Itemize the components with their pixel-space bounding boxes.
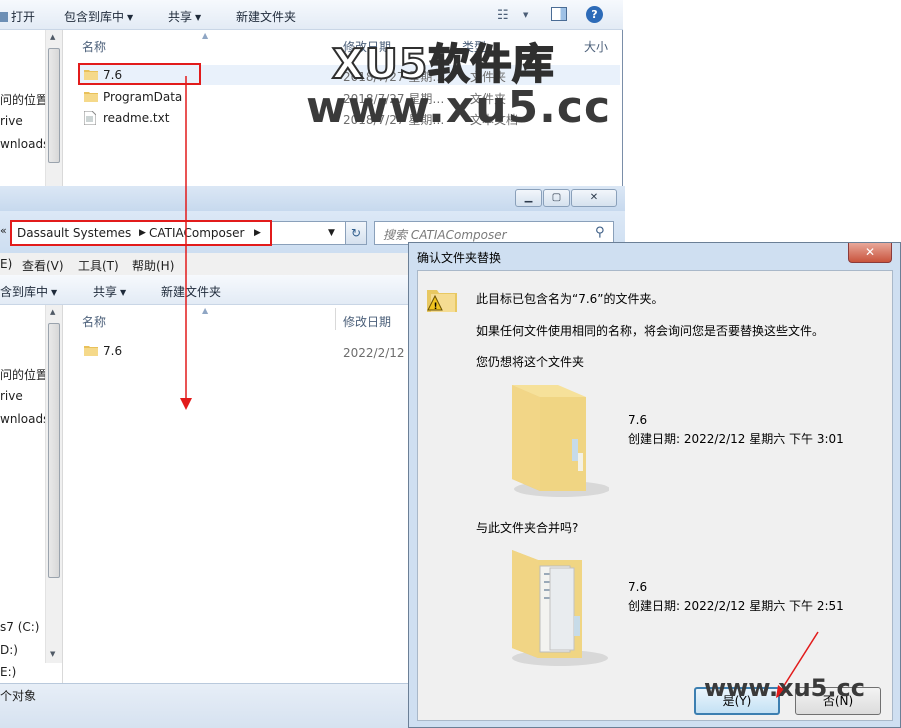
watermark-url: www.xu5.cc — [306, 82, 612, 133]
watermark-url: www.xu5.cc — [704, 674, 865, 702]
watermark-logo: XU5软件库 — [331, 39, 555, 89]
